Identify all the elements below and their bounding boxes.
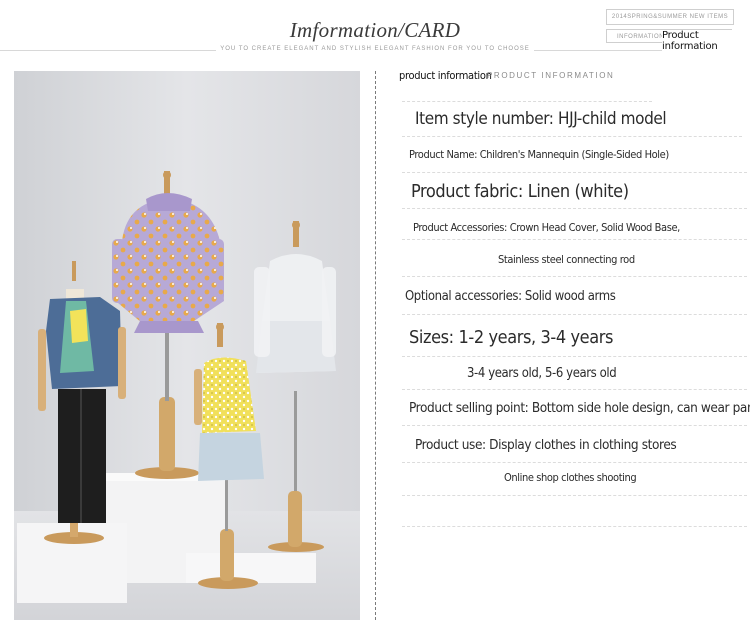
section-label-caps: PRODUCT INFORMATION bbox=[487, 71, 615, 80]
row-divider bbox=[402, 495, 747, 496]
row-divider bbox=[402, 208, 747, 209]
style-number: Item style number: HJJ-child model bbox=[415, 109, 667, 129]
product-use-cont: Online shop clothes shooting bbox=[504, 471, 637, 484]
product-fabric: Product fabric: Linen (white) bbox=[411, 181, 629, 202]
row-divider bbox=[402, 526, 747, 527]
product-use: Product use: Display clothes in clothing… bbox=[415, 437, 677, 453]
row-divider bbox=[402, 276, 747, 277]
row-divider bbox=[402, 389, 747, 390]
information-tag-label: Product information bbox=[662, 30, 750, 52]
sizes-note: 3-4 years old, 5-6 years old bbox=[467, 366, 617, 381]
row-divider bbox=[402, 314, 747, 315]
vertical-divider bbox=[375, 71, 376, 620]
product-accessories: Product Accessories: Crown Head Cover, S… bbox=[413, 221, 680, 234]
row-divider bbox=[402, 101, 652, 102]
selling-point: Product selling point: Bottom side hole … bbox=[409, 400, 750, 416]
page-subtitle: YOU TO CREATE ELEGANT AND STYLISH ELEGAN… bbox=[0, 46, 750, 52]
row-divider bbox=[402, 239, 747, 240]
season-tag: 2014SPRING&SUMMER NEW ITEMS bbox=[606, 9, 734, 25]
optional-accessories: Optional accessories: Solid wood arms bbox=[405, 289, 616, 304]
section-label: product information bbox=[399, 69, 492, 82]
row-divider bbox=[402, 356, 747, 357]
mannequin-photo-illustration bbox=[14, 71, 360, 620]
sizes: Sizes: 1-2 years, 3-4 years bbox=[409, 327, 614, 348]
row-divider bbox=[402, 425, 747, 426]
product-accessories-cont: Stainless steel connecting rod bbox=[498, 253, 635, 266]
subtitle-text: YOU TO CREATE ELEGANT AND STYLISH ELEGAN… bbox=[216, 46, 534, 52]
product-photo bbox=[14, 71, 360, 620]
product-name: Product Name: Children's Mannequin (Sing… bbox=[409, 148, 669, 161]
row-divider bbox=[402, 462, 747, 463]
row-divider bbox=[402, 136, 742, 137]
row-divider bbox=[402, 172, 747, 173]
